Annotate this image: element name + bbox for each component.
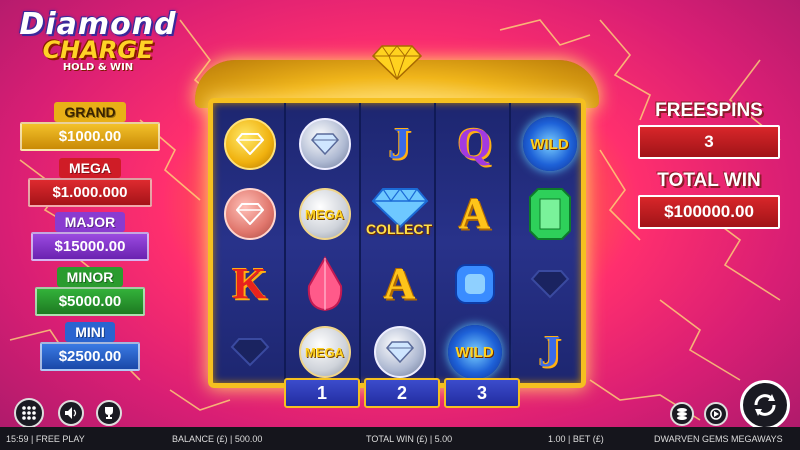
jackpot-grand: GRAND $1000.00 xyxy=(0,102,180,151)
logo-tagline: HOLD & WIN xyxy=(62,62,134,73)
jackpot-mini: MINI $2500.00 xyxy=(0,322,180,371)
symbol-pink-coin[interactable] xyxy=(213,179,286,249)
symbol-emerald[interactable] xyxy=(513,179,581,249)
autoplay-button[interactable] xyxy=(704,402,728,426)
total-win-text: TOTAL WIN (£) | 5.00 xyxy=(366,434,453,444)
diamond-outline-icon xyxy=(230,338,269,367)
jackpot-minor: MINOR $5000.00 xyxy=(0,267,180,316)
letter-j: J xyxy=(538,327,561,376)
reel-5: WILD J xyxy=(513,103,581,383)
bet-button[interactable] xyxy=(670,402,694,426)
letter-a: A xyxy=(383,259,416,308)
symbol-a[interactable]: A xyxy=(438,179,511,249)
balance-text: BALANCE (£) | 500.00 xyxy=(172,434,263,444)
symbol-j[interactable]: J xyxy=(363,109,436,179)
symbol-k[interactable]: K xyxy=(213,249,286,319)
symbol-wild[interactable]: WILD xyxy=(513,109,581,179)
ruby-drop-icon xyxy=(307,256,342,312)
symbol-gold-coin[interactable] xyxy=(213,109,286,179)
jackpot-major-value: $15000.00 xyxy=(31,232,149,261)
jackpot-major-label: MAJOR xyxy=(54,212,126,232)
reel-1: K xyxy=(213,103,286,383)
reel-grid: K MEGA MEGA J COLLECT A Q A WILD WILD J xyxy=(208,98,586,388)
game-name-text: DWARVEN GEMS MEGAWAYS xyxy=(654,434,783,444)
autoplay-icon xyxy=(710,408,722,420)
freespins-label: FREESPINS xyxy=(655,100,763,121)
freespins-panel: FREESPINS 3 xyxy=(638,100,780,159)
total-win-value: $100000.00 xyxy=(638,195,780,229)
coin-stack-icon xyxy=(677,408,687,420)
jackpot-minor-label: MINOR xyxy=(56,267,124,287)
diamond-icon xyxy=(385,341,414,363)
diamond-icon xyxy=(235,203,264,225)
trophy-button[interactable] xyxy=(96,400,122,426)
jackpot-minor-value: $5000.00 xyxy=(35,287,145,316)
symbol-mega-coin[interactable]: MEGA xyxy=(288,317,361,383)
speaker-icon xyxy=(65,407,77,419)
symbol-diamond-shadow[interactable] xyxy=(213,317,286,383)
blue-gem-icon xyxy=(454,264,495,304)
emerald-icon xyxy=(528,188,571,240)
letter-k: K xyxy=(232,259,267,308)
symbol-a[interactable]: A xyxy=(363,249,436,319)
status-bar: 15:59 | FREE PLAY BALANCE (£) | 500.00 T… xyxy=(0,427,800,450)
letter-a: A xyxy=(458,189,491,238)
symbol-j[interactable]: J xyxy=(513,317,581,383)
gold-coin xyxy=(223,118,276,170)
jackpot-mini-value: $2500.00 xyxy=(40,342,140,371)
diamond-icon xyxy=(235,133,264,155)
spin-arrows-icon xyxy=(754,394,776,416)
jackpot-grand-value: $1000.00 xyxy=(20,122,160,151)
total-win-panel: TOTAL WIN $100000.00 xyxy=(638,170,780,229)
jackpot-major: MAJOR $15000.00 xyxy=(0,212,180,261)
symbol-ruby-drop[interactable] xyxy=(288,249,361,319)
bet-text: 1.00 | BET (£) xyxy=(548,434,604,444)
trophy-icon xyxy=(105,407,113,419)
symbol-q[interactable]: Q xyxy=(438,109,511,179)
letter-j: J xyxy=(388,119,411,168)
diamond-outline-icon xyxy=(530,270,569,299)
silver-coin xyxy=(373,326,426,378)
menu-button[interactable] xyxy=(14,398,44,428)
jackpot-mini-label: MINI xyxy=(65,322,115,342)
freespins-value: 3 xyxy=(638,125,780,159)
pink-coin xyxy=(223,188,276,240)
sound-button[interactable] xyxy=(58,400,84,426)
jackpot-grand-label: GRAND xyxy=(54,102,126,122)
mega-coin: MEGA xyxy=(298,326,351,378)
reel-number-1: 1 xyxy=(284,378,360,408)
reel-2: MEGA MEGA xyxy=(288,103,361,383)
spin-button[interactable] xyxy=(740,380,790,430)
symbol-blue-gem[interactable] xyxy=(438,249,511,319)
symbol-diamond-shadow[interactable] xyxy=(513,249,581,319)
game-logo: Diamond CHARGE HOLD & WIN xyxy=(8,10,188,74)
total-win-label: TOTAL WIN xyxy=(657,170,761,191)
wild-icon: WILD xyxy=(447,325,502,379)
symbol-silver-coin[interactable] xyxy=(288,109,361,179)
jackpot-mega-label: MEGA xyxy=(59,158,121,178)
clock-mode-text: 15:59 | FREE PLAY xyxy=(6,434,85,444)
mega-coin: MEGA xyxy=(298,188,351,240)
collect-label: COLLECT xyxy=(365,221,433,237)
diamond-icon xyxy=(310,133,339,155)
silver-coin xyxy=(298,118,351,170)
symbol-wild[interactable]: WILD xyxy=(438,317,511,383)
jackpot-mega-value: $1.000.000 xyxy=(28,178,152,207)
jackpot-mega: MEGA $1.000.000 xyxy=(0,158,180,207)
grid-menu-icon xyxy=(22,406,36,420)
reel-number-3: 3 xyxy=(444,378,520,408)
symbol-silver-coin[interactable] xyxy=(363,317,436,383)
reel-4: Q A WILD xyxy=(438,103,511,383)
symbol-mega-coin[interactable]: MEGA xyxy=(288,179,361,249)
reel-number-2: 2 xyxy=(364,378,440,408)
wild-icon: WILD xyxy=(522,117,577,171)
gold-diamond-icon xyxy=(372,45,422,80)
reel-3: J COLLECT A xyxy=(363,103,436,383)
letter-q: Q xyxy=(457,119,492,168)
